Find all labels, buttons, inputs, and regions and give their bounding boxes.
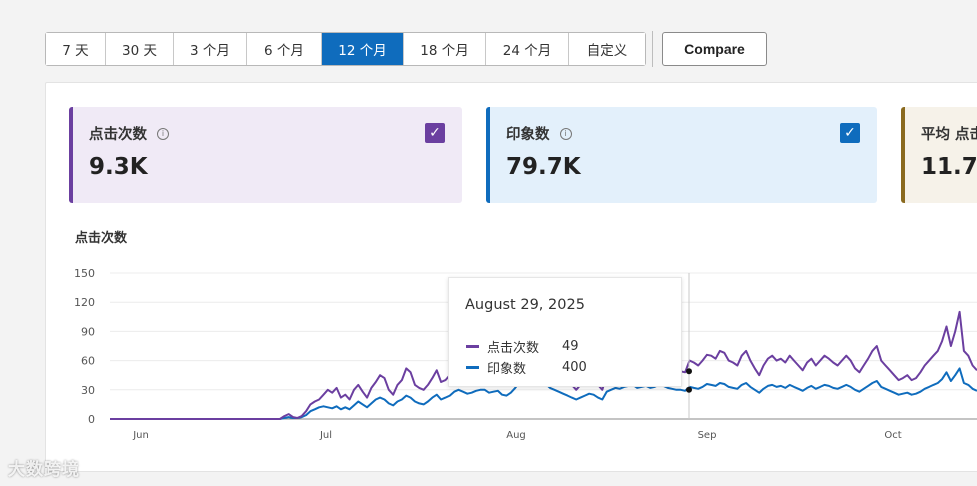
- x-tick-label: Oct: [884, 430, 901, 441]
- hover-point: [686, 368, 692, 375]
- series-swatch: [466, 366, 479, 369]
- tooltip-label: 点击次数: [487, 341, 540, 356]
- tooltip-label: 印象数: [487, 362, 527, 377]
- x-tick-label: Aug: [506, 430, 526, 441]
- y-tick-label: 90: [81, 325, 95, 338]
- tooltip-value: 49: [562, 339, 579, 354]
- y-tick-label: 150: [74, 267, 95, 280]
- hover-indicator: [686, 273, 692, 419]
- hover-point: [686, 386, 692, 393]
- watermark-logo: 大数跨境: [8, 460, 80, 480]
- x-tick-label: Sep: [698, 430, 717, 441]
- tooltip-row-clicks: 点击次数 49: [466, 337, 579, 356]
- y-tick-label: 120: [74, 296, 95, 309]
- y-tick-label: 0: [88, 413, 95, 426]
- y-axis-ticks: 0 30 60 90 120 150: [74, 267, 95, 426]
- series-swatch: [466, 345, 479, 348]
- tooltip-value: 400: [562, 360, 587, 375]
- x-tick-label: Jul: [319, 430, 332, 441]
- x-tick-label: Jun: [132, 430, 149, 441]
- y-tick-label: 30: [81, 384, 95, 397]
- y-tick-label: 60: [81, 355, 95, 368]
- chart-tooltip: August 29, 2025 点击次数 49 印象数 400: [448, 277, 682, 387]
- line-chart[interactable]: 0 30 60 90 120 150 Jun Jul Aug Sep Oct: [0, 0, 977, 486]
- x-axis-ticks: Jun Jul Aug Sep Oct: [132, 430, 902, 441]
- tooltip-date: August 29, 2025: [465, 297, 585, 313]
- tooltip-row-impressions: 印象数 400: [466, 358, 587, 377]
